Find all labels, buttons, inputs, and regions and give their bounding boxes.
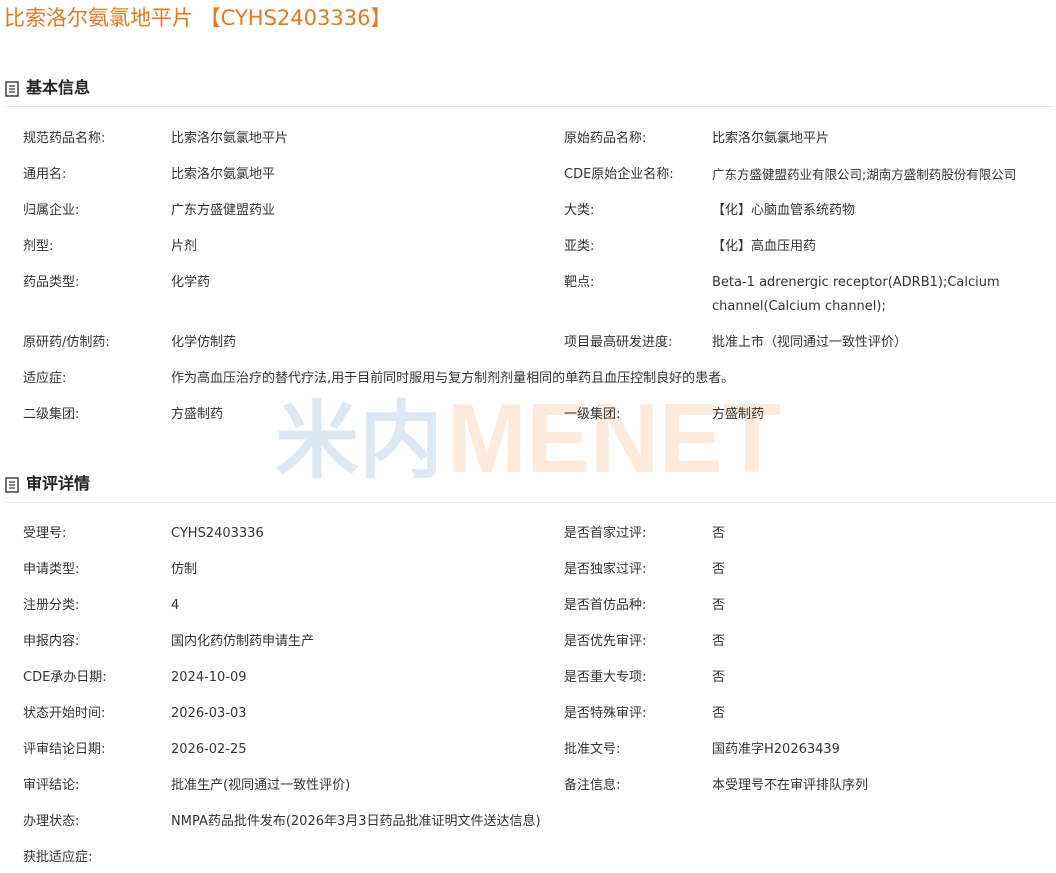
field-value: 方盛制药	[171, 407, 224, 422]
field-label: 获批适应症:	[23, 850, 93, 865]
field-label: 适应症:	[23, 371, 67, 386]
info-row: 申请类型: 仿制 是否独家过评: 否	[0, 558, 1056, 582]
section-review-details-header: 审评详情	[4, 466, 1054, 503]
field-value-indication: 作为高血压治疗的替代疗法,用于目前同时服用与复方制剂剂量相同的单药且血压控制良好…	[171, 371, 735, 386]
field-value: 比索洛尔氨氯地平片	[171, 131, 289, 146]
info-row: 二级集团: 方盛制药 一级集团: 方盛制药	[0, 403, 1056, 427]
field-label: 通用名:	[23, 167, 67, 182]
field-value: 批准生产(视同通过一致性评价)	[171, 778, 351, 793]
info-row: 申报内容: 国内化药仿制药申请生产 是否优先审评: 否	[0, 630, 1056, 654]
info-row: 适应症: 作为高血压治疗的替代疗法,用于目前同时服用与复方制剂剂量相同的单药且血…	[0, 367, 1056, 391]
field-label: 办理状态:	[23, 814, 80, 829]
field-value: 否	[712, 562, 726, 577]
field-value: 国药准字H20263439	[712, 742, 840, 757]
field-value: CYHS2403336	[171, 526, 264, 541]
info-row: 通用名: 比索洛尔氨氯地平 CDE原始企业名称: 广东方盛健盟药业有限公司;湖南…	[0, 163, 1056, 187]
field-value: 否	[712, 526, 726, 541]
field-label: 备注信息:	[564, 778, 621, 793]
field-label: 是否首家过评:	[564, 526, 647, 541]
info-row: 获批适应症:	[0, 846, 1056, 870]
info-row: 剂型: 片剂 亚类: 【化】高血压用药	[0, 235, 1056, 259]
field-label: 项目最高研发进度:	[564, 335, 673, 350]
field-label: CDE承办日期:	[23, 670, 107, 685]
field-label: 申请类型:	[23, 562, 80, 577]
info-row: 原研药/仿制药: 化学仿制药 项目最高研发进度: 批准上市（视同通过一致性评价）	[0, 331, 1056, 355]
field-value: 广东方盛健盟药业有限公司;湖南方盛制药股份有限公司	[712, 167, 1017, 182]
field-label: 一级集团:	[564, 407, 621, 422]
field-label: 规范药品名称:	[23, 131, 106, 146]
info-row: 药品类型: 化学药 靶点: Beta-1 adrenergic receptor…	[0, 271, 1056, 319]
document-icon	[5, 477, 19, 493]
field-value: 4	[171, 598, 180, 613]
field-value: 否	[712, 670, 726, 685]
field-value: NMPA药品批件发布(2026年3月3日药品批准证明文件送达信息)	[171, 814, 541, 829]
field-label: 靶点:	[564, 275, 595, 290]
field-label: 二级集团:	[23, 407, 80, 422]
field-label: 受理号:	[23, 526, 67, 541]
field-label: CDE原始企业名称:	[564, 167, 674, 182]
field-label: 剂型:	[23, 239, 54, 254]
field-label: 评审结论日期:	[23, 742, 106, 757]
field-label: 大类:	[564, 203, 595, 218]
section-review-details-title: 审评详情	[26, 474, 91, 493]
field-value: 化学仿制药	[171, 335, 237, 350]
field-label: 归属企业:	[23, 203, 80, 218]
field-label: 是否首仿品种:	[564, 598, 647, 613]
field-label: 是否特殊审评:	[564, 706, 647, 721]
info-row: 办理状态: NMPA药品批件发布(2026年3月3日药品批准证明文件送达信息)	[0, 810, 1056, 834]
field-value: 否	[712, 598, 726, 613]
field-value: 【化】高血压用药	[712, 239, 817, 254]
field-value: 2026-02-25	[171, 742, 247, 757]
field-value: 否	[712, 706, 726, 721]
field-value: 否	[712, 634, 726, 649]
field-label: 申报内容:	[23, 634, 80, 649]
field-label: 原研药/仿制药:	[23, 335, 110, 350]
field-label: 是否重大专项:	[564, 670, 647, 685]
field-label: 批准文号:	[564, 742, 621, 757]
field-value-target: Beta-1 adrenergic receptor(ADRB1);Calciu…	[712, 275, 1000, 314]
field-value: 2026-03-03	[171, 706, 247, 721]
info-row: 评审结论日期: 2026-02-25 批准文号: 国药准字H20263439	[0, 738, 1056, 762]
document-icon	[5, 81, 19, 97]
info-row: 审评结论: 批准生产(视同通过一致性评价) 备注信息: 本受理号不在审评排队序列	[0, 774, 1056, 798]
field-value: 国内化药仿制药申请生产	[171, 634, 315, 649]
field-label: 状态开始时间:	[23, 706, 106, 721]
info-row: 注册分类: 4 是否首仿品种: 否	[0, 594, 1056, 618]
field-label: 注册分类:	[23, 598, 80, 613]
info-row: 规范药品名称: 比索洛尔氨氯地平片 原始药品名称: 比索洛尔氨氯地平片	[0, 127, 1056, 151]
field-value: 比索洛尔氨氯地平片	[712, 131, 830, 146]
field-label: 药品类型:	[23, 275, 80, 290]
page-title: 比索洛尔氨氯地平片 【CYHS2403336】	[4, 6, 392, 30]
field-value: 2024-10-09	[171, 670, 247, 685]
field-value: 片剂	[171, 239, 198, 254]
field-label: 审评结论:	[23, 778, 80, 793]
field-value: 比索洛尔氨氯地平	[171, 167, 276, 182]
info-row: 归属企业: 广东方盛健盟药业 大类: 【化】心脑血管系统药物	[0, 199, 1056, 223]
field-value: 【化】心脑血管系统药物	[712, 203, 856, 218]
field-label: 是否优先审评:	[564, 634, 647, 649]
info-row: 状态开始时间: 2026-03-03 是否特殊审评: 否	[0, 702, 1056, 726]
field-value: 仿制	[171, 562, 198, 577]
field-label: 原始药品名称:	[564, 131, 647, 146]
section-basic-info-header: 基本信息	[4, 70, 1054, 107]
field-value: 本受理号不在审评排队序列	[712, 778, 869, 793]
info-row: 受理号: CYHS2403336 是否首家过评: 否	[0, 522, 1056, 546]
field-value: 化学药	[171, 275, 211, 290]
field-label: 亚类:	[564, 239, 595, 254]
field-label: 是否独家过评:	[564, 562, 647, 577]
field-value: 方盛制药	[712, 407, 765, 422]
field-value: 批准上市（视同通过一致性评价）	[712, 335, 908, 350]
info-row: CDE承办日期: 2024-10-09 是否重大专项: 否	[0, 666, 1056, 690]
field-value: 广东方盛健盟药业	[171, 203, 276, 218]
section-basic-info-title: 基本信息	[26, 78, 91, 97]
